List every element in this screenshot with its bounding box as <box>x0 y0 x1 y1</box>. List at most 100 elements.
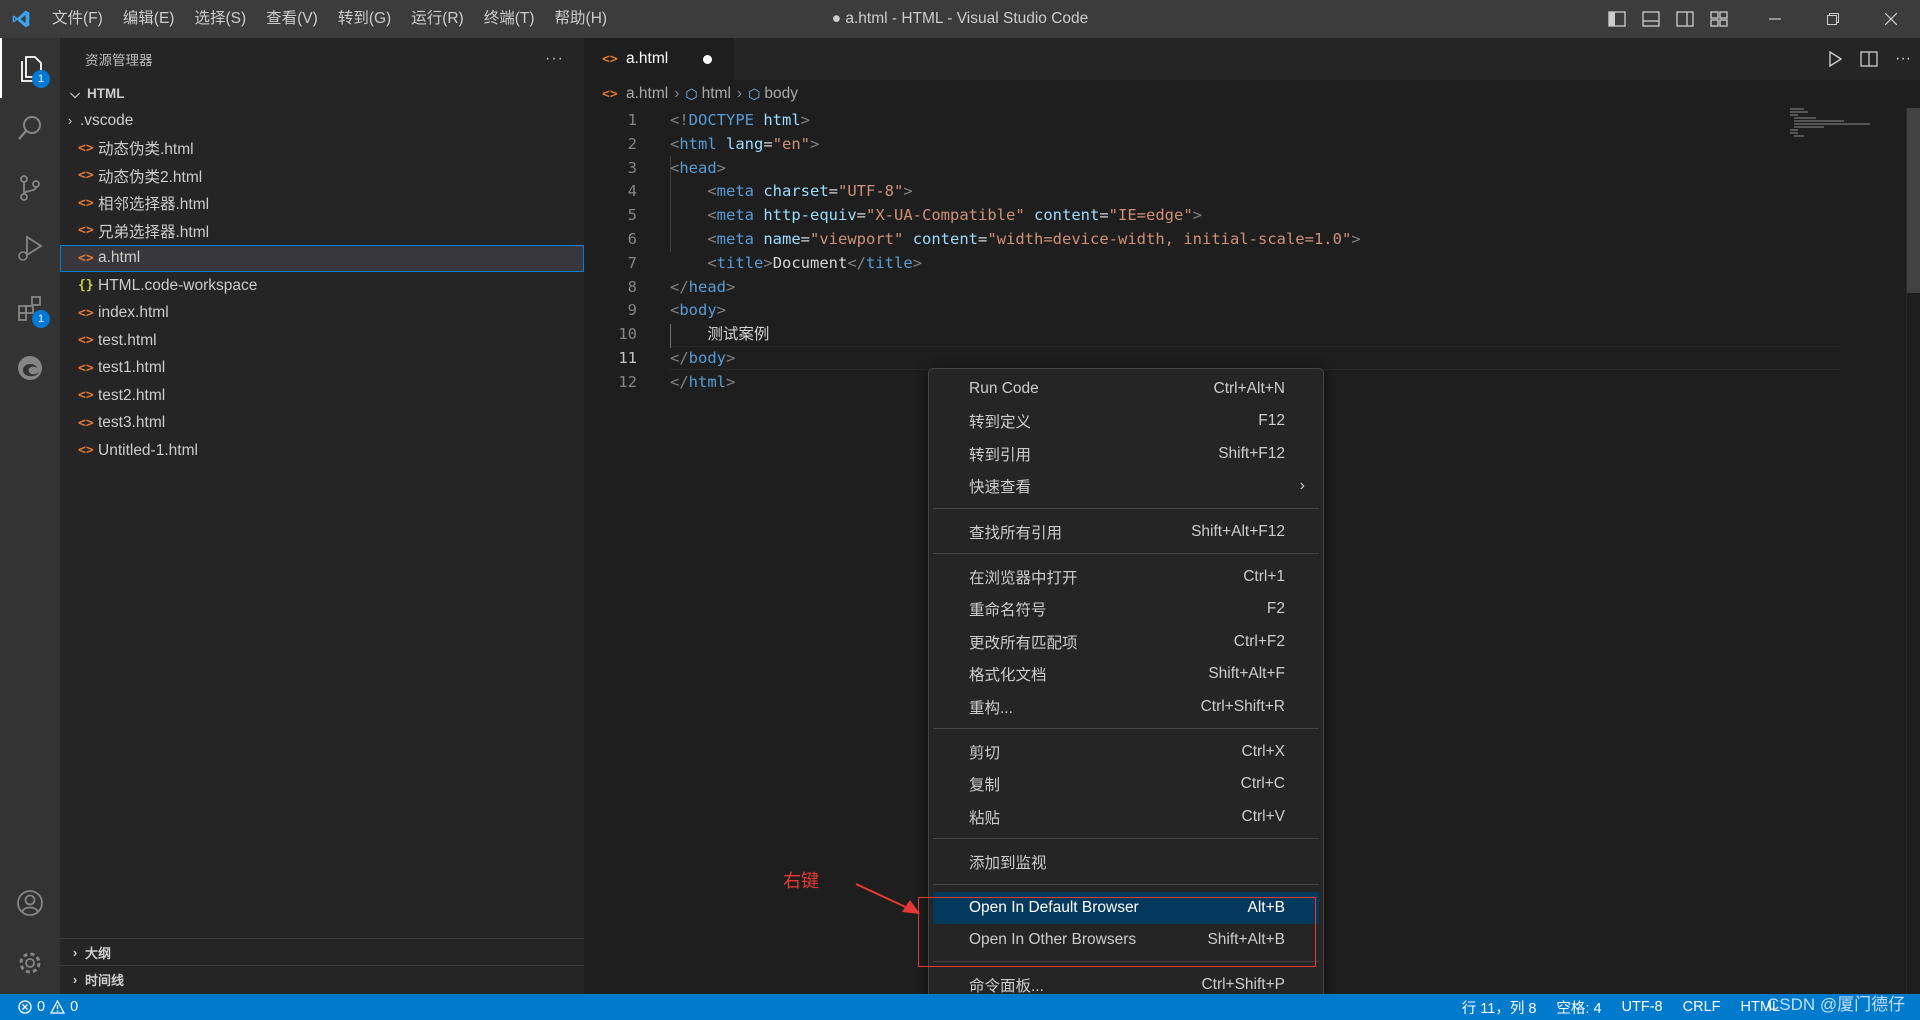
file-label: .vscode <box>80 111 134 129</box>
menu-item[interactable]: 文件(F) <box>42 0 113 38</box>
split-editor-icon[interactable] <box>1852 38 1886 80</box>
toggle-primary-sidebar-icon[interactable] <box>1600 0 1634 38</box>
more-actions-icon[interactable]: ··· <box>1886 38 1920 80</box>
context-menu-item[interactable]: 格式化文档 Shift+Alt+F <box>933 658 1319 690</box>
search-icon[interactable] <box>0 98 60 158</box>
more-actions-icon[interactable]: ··· <box>545 50 564 68</box>
file-item[interactable]: <> 相邻选择器.html <box>60 190 584 217</box>
menu-item-shortcut: Ctrl+1 <box>1243 568 1285 585</box>
editor-actions: ··· <box>1818 38 1920 80</box>
code-line: 5 <meta http-equiv="X-UA-Compatible" con… <box>584 203 1784 227</box>
code-token: meta <box>716 182 754 201</box>
code-token: < <box>707 182 717 201</box>
warning-count: 0 <box>70 999 79 1015</box>
timeline-section[interactable]: › 时间线 <box>60 965 584 992</box>
context-menu-item[interactable]: 转到引用 Shift+F12 <box>933 438 1319 470</box>
problems-status[interactable]: 0 0 <box>0 999 88 1015</box>
context-menu-item[interactable]: 重命名符号 F2 <box>933 593 1319 625</box>
code-token: html <box>688 372 726 391</box>
context-menu-item[interactable]: 重构... Ctrl+Shift+R <box>933 691 1319 723</box>
minimize-icon[interactable] <box>1746 0 1804 38</box>
file-label: 动态伪类.html <box>98 141 194 158</box>
menu-item-shortcut: Ctrl+F2 <box>1233 632 1285 650</box>
menu-item[interactable]: 转到(G) <box>328 0 401 38</box>
context-menu-item[interactable]: 剪切 Ctrl+X <box>933 736 1319 768</box>
file-item[interactable]: <> 兄弟选择器.html <box>60 217 584 244</box>
extensions-icon[interactable]: 1 <box>0 278 60 338</box>
encoding[interactable]: UTF-8 <box>1612 999 1673 1015</box>
file-item[interactable]: <> a.html <box>60 244 584 272</box>
context-menu-item[interactable]: 快速查看 › <box>933 470 1319 502</box>
file-label: HTML.code-workspace <box>98 276 258 294</box>
code-token: </ <box>670 277 689 296</box>
context-menu-item[interactable]: 添加到监视 <box>933 846 1319 878</box>
file-item[interactable]: <> test.html <box>60 327 584 354</box>
explorer-icon[interactable]: 1 <box>0 38 60 98</box>
code-token: title <box>716 253 764 272</box>
outline-section[interactable]: › 大纲 <box>60 938 584 965</box>
menu-item[interactable]: 编辑(E) <box>113 0 185 38</box>
scrollbar-thumb[interactable] <box>1907 108 1920 293</box>
menu-item-label: 转到定义 <box>969 414 1032 432</box>
account-icon[interactable] <box>0 873 60 933</box>
context-menu-item[interactable]: Run Code Ctrl+Alt+N <box>933 373 1319 405</box>
context-menu-item[interactable]: 在浏览器中打开 Ctrl+1 <box>933 561 1319 593</box>
close-icon[interactable] <box>1862 0 1920 38</box>
file-item[interactable]: <> 动态伪类2.html <box>60 162 584 189</box>
end-of-line[interactable]: CRLF <box>1673 999 1731 1015</box>
toggle-secondary-sidebar-icon[interactable] <box>1668 0 1702 38</box>
menu-item[interactable]: 选择(S) <box>184 0 256 38</box>
toggle-panel-icon[interactable] <box>1634 0 1668 38</box>
file-item[interactable]: {} HTML.code-workspace <box>60 272 584 299</box>
menu-item[interactable]: 帮助(H) <box>545 0 618 38</box>
run-icon[interactable] <box>1818 38 1852 80</box>
folder-item[interactable]: › .vscode <box>60 107 584 134</box>
json-file-icon: {} <box>78 278 94 293</box>
folder-html[interactable]: ⌵ HTML <box>60 80 584 107</box>
tab-a-html[interactable]: <> a.html <box>584 38 734 80</box>
explorer-badge: 1 <box>32 70 50 88</box>
vertical-scrollbar[interactable] <box>1906 108 1920 994</box>
source-control-icon[interactable] <box>0 158 60 218</box>
menu-item[interactable]: 终端(T) <box>474 0 545 38</box>
file-item[interactable]: <> test1.html <box>60 355 584 382</box>
code-token: = <box>828 182 839 201</box>
menu-item[interactable]: 运行(R) <box>401 0 474 38</box>
breadcrumb-file[interactable]: a.html <box>626 85 668 103</box>
code-token: > <box>903 182 913 201</box>
edge-browser-icon[interactable] <box>0 338 60 398</box>
indentation[interactable]: 空格: 4 <box>1546 997 1611 1018</box>
watermark: CSDN @厦门德仔 <box>1767 995 1906 1014</box>
code-token: > <box>763 253 773 272</box>
menu-item[interactable]: 查看(V) <box>256 0 328 38</box>
chevron-right-icon: › <box>674 85 680 102</box>
breadcrumb-html[interactable]: html <box>702 85 731 103</box>
minimap[interactable] <box>1790 108 1910 148</box>
run-debug-icon[interactable] <box>0 218 60 278</box>
context-menu-item[interactable]: 更改所有匹配项 Ctrl+F2 <box>933 626 1319 658</box>
unsaved-dot-icon[interactable] <box>703 55 712 64</box>
cursor-position[interactable]: 行 11，列 8 <box>1452 997 1547 1018</box>
context-menu-item[interactable]: 转到定义 F12 <box>933 405 1319 437</box>
code-token: charset <box>763 182 829 201</box>
context-menu-item[interactable]: 查找所有引用 Shift+Alt+F12 <box>933 516 1319 548</box>
menu-item-label: 重构... <box>969 699 1013 717</box>
file-item[interactable]: <> Untitled-1.html <box>60 437 584 464</box>
customize-layout-icon[interactable] <box>1702 0 1736 38</box>
restore-icon[interactable] <box>1804 0 1862 38</box>
file-item[interactable]: <> test2.html <box>60 382 584 409</box>
menu-item-shortcut: Shift+Alt+F12 <box>1191 522 1285 540</box>
breadcrumb-body[interactable]: body <box>764 85 798 103</box>
file-item[interactable]: <> index.html <box>60 300 584 327</box>
file-item[interactable]: <> 动态伪类.html <box>60 135 584 162</box>
manage-gear-icon[interactable] <box>0 933 60 993</box>
file-item[interactable]: <> test3.html <box>60 410 584 437</box>
line-code: <html lang="en"> <box>670 132 819 156</box>
context-menu-item[interactable]: 复制 Ctrl+C <box>933 768 1319 800</box>
code-token: title <box>866 253 913 272</box>
code-token: body <box>679 301 717 320</box>
context-menu-item[interactable]: 粘贴 Ctrl+V <box>933 801 1319 833</box>
annotation-highlight-box <box>918 897 1316 967</box>
